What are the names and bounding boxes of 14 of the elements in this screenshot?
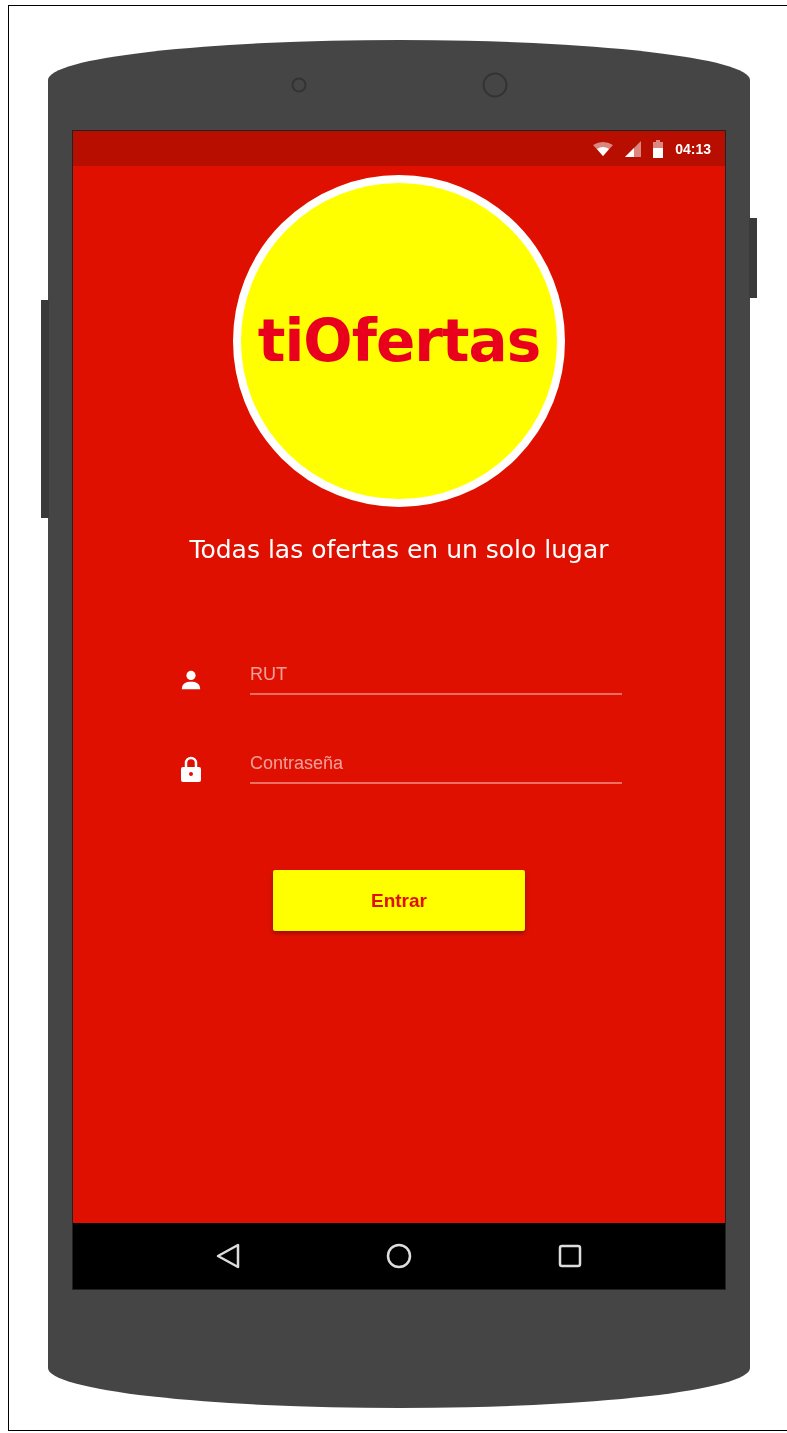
wifi-icon bbox=[593, 141, 614, 156]
person-icon bbox=[180, 668, 202, 691]
home-icon[interactable] bbox=[386, 1243, 412, 1269]
lock-icon bbox=[180, 755, 202, 782]
battery-icon bbox=[653, 139, 664, 158]
status-time: 04:13 bbox=[675, 140, 711, 157]
recent-apps-icon[interactable] bbox=[558, 1244, 582, 1268]
login-button[interactable]: Entrar bbox=[273, 870, 525, 931]
logo-text: tiOfertas bbox=[257, 307, 541, 375]
tagline: Todas las ofertas en un solo lugar bbox=[189, 535, 609, 564]
signal-icon bbox=[625, 140, 642, 157]
password-field[interactable]: Contraseña bbox=[250, 753, 622, 784]
back-icon[interactable] bbox=[216, 1243, 240, 1269]
text-field[interactable]: RUT bbox=[250, 664, 622, 695]
